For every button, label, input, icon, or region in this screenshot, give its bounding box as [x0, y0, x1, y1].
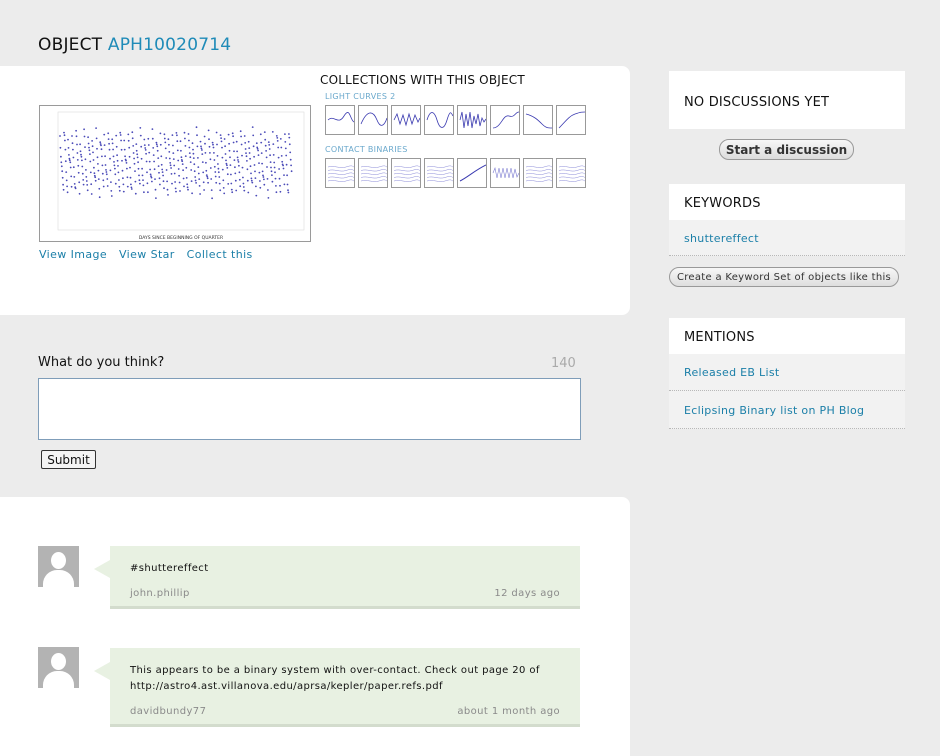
- collection-thumbnail[interactable]: [424, 158, 454, 188]
- char-counter: 140: [551, 356, 576, 371]
- start-discussion-button[interactable]: Start a discussion: [719, 139, 854, 160]
- object-links: View Image View Star Collect this: [39, 248, 261, 261]
- page-title-prefix: OBJECT: [38, 35, 103, 55]
- collection-thumbnail[interactable]: [325, 158, 355, 188]
- collection-thumbnail[interactable]: [523, 105, 553, 135]
- collection-thumbnail[interactable]: [424, 105, 454, 135]
- collection-thumbnail[interactable]: [391, 105, 421, 135]
- collection-name-contact-binaries[interactable]: CONTACT BINARIES: [325, 145, 408, 154]
- comment-author[interactable]: davidbundy77: [130, 706, 206, 717]
- collection-thumbnail[interactable]: [490, 158, 520, 188]
- collect-this-link[interactable]: Collect this: [187, 248, 253, 261]
- page-title: OBJECT APH10020714: [38, 35, 231, 55]
- comment-time: about 1 month ago: [457, 706, 560, 717]
- comment-time: 12 days ago: [494, 588, 560, 599]
- collection-thumbnails-light-curves: [325, 105, 586, 135]
- discussions-title: NO DISCUSSIONS YET: [684, 95, 830, 110]
- collection-thumbnail[interactable]: [556, 105, 586, 135]
- comment-text: #shuttereffect: [130, 563, 209, 574]
- comment-author[interactable]: john.phillip: [130, 588, 190, 599]
- collection-thumbnail[interactable]: [325, 105, 355, 135]
- lightcurve-image[interactable]: DAYS SINCE BEGINNING OF QUARTER: [39, 105, 311, 242]
- lightcurve-x-label: DAYS SINCE BEGINNING OF QUARTER: [139, 235, 223, 241]
- collection-thumbnail[interactable]: [358, 158, 388, 188]
- lightcurve-plot: DAYS SINCE BEGINNING OF QUARTER: [57, 111, 305, 241]
- discussions-box: NO DISCUSSIONS YET: [669, 71, 905, 129]
- comment-text: This appears to be a binary system with …: [130, 665, 540, 676]
- object-id: APH10020714: [107, 35, 232, 55]
- collections-title: COLLECTIONS WITH THIS OBJECT: [320, 73, 525, 87]
- collection-thumbnail[interactable]: [490, 105, 520, 135]
- keyword-item: shuttereffect: [669, 220, 905, 256]
- avatar: [38, 647, 79, 688]
- create-keyword-set-button[interactable]: Create a Keyword Set of objects like thi…: [669, 267, 899, 287]
- collection-thumbnail[interactable]: [556, 158, 586, 188]
- submit-button[interactable]: Submit: [41, 450, 96, 469]
- comment-bubble: This appears to be a binary system with …: [94, 648, 580, 727]
- comments-panel: #shuttereffect john.phillip 12 days ago …: [0, 497, 630, 756]
- mentions-box: MENTIONS Released EB List Eclipsing Bina…: [669, 318, 905, 429]
- mention-link[interactable]: Released EB List: [684, 366, 779, 379]
- keywords-box: KEYWORDS shuttereffect: [669, 184, 905, 256]
- comment-link[interactable]: http://astro4.ast.villanova.edu/aprsa/ke…: [130, 679, 443, 695]
- collection-thumbnail[interactable]: [457, 105, 487, 135]
- avatar: [38, 546, 79, 587]
- comment-bubble: #shuttereffect john.phillip 12 days ago: [94, 546, 580, 609]
- object-panel: DAYS SINCE BEGINNING OF QUARTER View Ima…: [0, 66, 630, 315]
- collection-thumbnail[interactable]: [523, 158, 553, 188]
- keywords-title: KEYWORDS: [684, 196, 761, 211]
- collection-name-light-curves[interactable]: LIGHT CURVES 2: [325, 92, 395, 101]
- mention-link[interactable]: Eclipsing Binary list on PH Blog: [684, 404, 864, 417]
- collection-thumbnail[interactable]: [457, 158, 487, 188]
- collection-thumbnails-contact-binaries: [325, 158, 586, 188]
- comment-label: What do you think?: [38, 355, 165, 370]
- view-star-link[interactable]: View Star: [119, 248, 175, 261]
- view-image-link[interactable]: View Image: [39, 248, 107, 261]
- mention-item: Eclipsing Binary list on PH Blog: [669, 391, 905, 429]
- mentions-title: MENTIONS: [684, 330, 755, 345]
- collection-thumbnail[interactable]: [358, 105, 388, 135]
- keyword-link[interactable]: shuttereffect: [684, 232, 759, 245]
- comment-input[interactable]: [38, 378, 581, 440]
- collection-thumbnail[interactable]: [391, 158, 421, 188]
- mention-item: Released EB List: [669, 354, 905, 391]
